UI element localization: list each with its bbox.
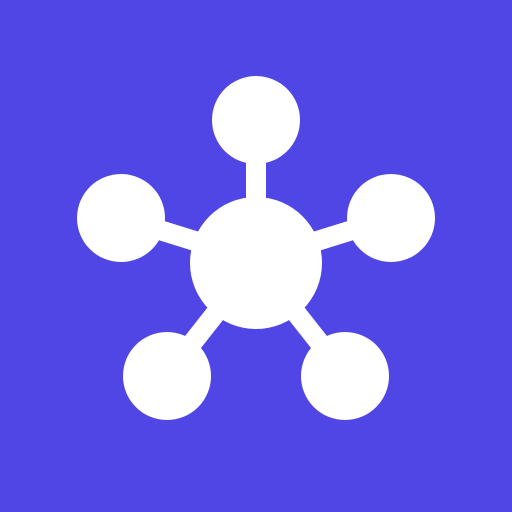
app-icon-canvas	[0, 0, 512, 512]
hub-center	[190, 197, 322, 329]
node-right	[347, 174, 435, 262]
node-bottom-left	[123, 332, 211, 420]
node-left	[77, 174, 165, 262]
network-hub-icon	[77, 76, 435, 420]
node-top	[212, 76, 300, 164]
node-bottom-right	[301, 332, 389, 420]
